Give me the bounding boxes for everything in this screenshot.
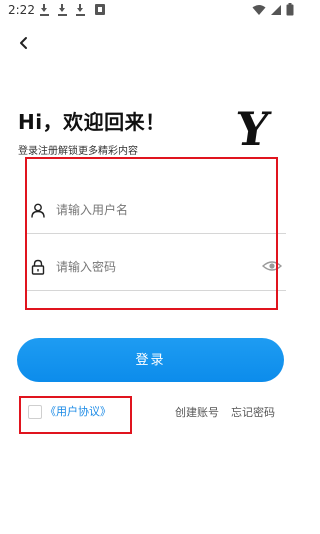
password-input[interactable] [56,255,256,279]
password-underline [26,290,286,291]
username-underline [26,233,286,234]
password-field [26,243,286,291]
status-bar: 2:22 [0,0,300,22]
login-button[interactable]: 登录 [17,338,284,382]
chevron-left-icon [20,37,27,49]
eye-icon[interactable] [262,259,282,273]
download-icon [76,4,85,16]
status-time: 2:22 [8,3,35,17]
user-agreement-link[interactable]: 《用户协议》 [45,403,111,419]
app-notification-icon [95,4,105,15]
wifi-icon [252,4,266,15]
username-input[interactable] [56,198,256,222]
username-field [26,186,286,234]
forgot-password-link[interactable]: 忘记密码 [231,404,275,420]
back-button[interactable] [14,32,34,54]
signal-icon [271,4,281,15]
download-icon [40,4,49,16]
battery-icon [286,3,294,16]
create-account-link[interactable]: 创建账号 [175,404,219,420]
user-icon [31,203,45,218]
brand-logo: Y [232,102,273,156]
agreement-checkbox[interactable] [28,405,42,419]
greeting-subtitle: 登录注册解锁更多精彩内容 [18,146,138,157]
download-icon [58,4,67,16]
greeting-title: Hi，欢迎回来！ [18,110,166,134]
lock-icon [31,259,45,275]
